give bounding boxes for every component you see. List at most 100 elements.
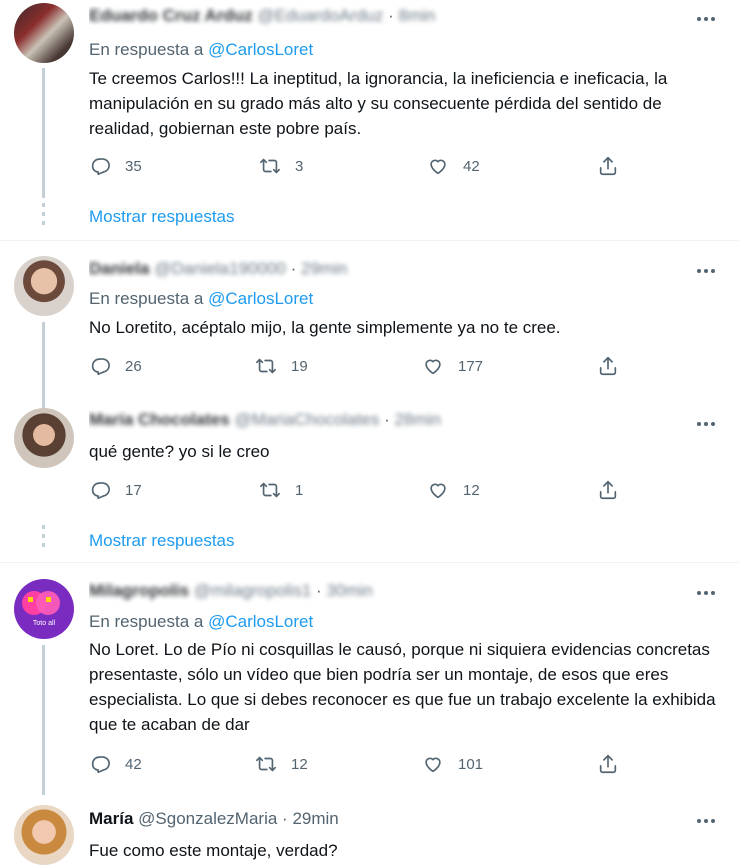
retweet-icon <box>256 756 276 772</box>
retweet-button[interactable]: 12 <box>255 753 308 775</box>
thread-line <box>42 645 45 795</box>
author-name[interactable]: Milagropolis <box>89 581 189 600</box>
show-replies-link[interactable]: Mostrar respuestas <box>89 531 235 551</box>
reply-button[interactable]: 35 <box>89 155 142 177</box>
share-icon <box>599 356 617 376</box>
tweet-text: Fue como este montaje, verdad? <box>89 841 338 860</box>
avatar[interactable] <box>14 408 74 468</box>
tweet-1[interactable]: Eduardo Cruz Arduz @EduardoArduz · 8min … <box>0 0 739 240</box>
reply-icon <box>91 756 110 774</box>
timestamp[interactable]: 8min <box>399 6 436 25</box>
author-name[interactable]: Eduardo Cruz Arduz <box>89 6 253 25</box>
reply-label: En respuesta a <box>89 612 204 631</box>
tweet-actions: 42 12 101 <box>89 753 629 777</box>
avatar[interactable] <box>14 805 74 865</box>
separator: · <box>290 259 297 278</box>
tweet-header: Milagropolis @milagropolis1 · 30min <box>89 581 649 605</box>
reply-to: En respuesta a @CarlosLoret <box>89 612 313 632</box>
retweet-button[interactable]: 3 <box>259 155 303 177</box>
author-handle[interactable]: @EduardoArduz <box>257 6 383 25</box>
tweet-actions: 35 3 42 <box>89 155 629 179</box>
tweet-4[interactable]: Toto all Milagropolis @milagropolis1 · 3… <box>0 575 739 795</box>
like-button[interactable]: 101 <box>422 753 483 775</box>
author-name[interactable]: María Chocolates <box>89 410 230 429</box>
share-icon <box>599 480 617 500</box>
timestamp[interactable]: 30min <box>326 581 372 600</box>
retweet-icon <box>260 482 280 498</box>
share-icon <box>599 156 617 176</box>
reply-mention[interactable]: @CarlosLoret <box>208 289 313 308</box>
timestamp[interactable]: 28min <box>394 410 440 429</box>
more-icon[interactable] <box>697 13 719 25</box>
reply-label: En respuesta a <box>89 289 204 308</box>
tweet-header: Daniela @Daniela190000 · 29min <box>89 259 649 283</box>
more-icon[interactable] <box>697 815 719 827</box>
tweet-header: María @SgonzalezMaria · 29min <box>89 809 649 833</box>
reply-to: En respuesta a @CarlosLoret <box>89 289 313 309</box>
tweet-text: Te creemos Carlos!!! La ineptitud, la ig… <box>89 69 668 138</box>
tweet-text: qué gente? yo si le creo <box>89 442 270 461</box>
author-name[interactable]: María <box>89 809 133 828</box>
reply-mention[interactable]: @CarlosLoret <box>208 40 313 59</box>
retweet-count: 3 <box>295 157 304 175</box>
timestamp[interactable]: 29min <box>301 259 347 278</box>
reply-to: En respuesta a @CarlosLoret <box>89 40 313 60</box>
avatar[interactable] <box>14 3 74 63</box>
reply-icon <box>91 358 110 376</box>
reply-count: 26 <box>125 357 142 375</box>
show-replies-link[interactable]: Mostrar respuestas <box>89 207 235 227</box>
reply-count: 42 <box>125 755 142 773</box>
retweet-count: 19 <box>291 357 308 375</box>
tweet-3[interactable]: María Chocolates @MariaChocolates · 28mi… <box>0 400 739 562</box>
author-handle[interactable]: @MariaChocolates <box>235 410 380 429</box>
like-count: 101 <box>458 755 484 773</box>
like-button[interactable]: 177 <box>422 355 483 377</box>
heart-icon <box>425 359 441 375</box>
tweet-header: María Chocolates @MariaChocolates · 28mi… <box>89 410 649 434</box>
like-count: 42 <box>463 157 480 175</box>
thread-dots <box>42 525 45 551</box>
share-button[interactable] <box>597 155 619 177</box>
author-handle[interactable]: @Daniela190000 <box>154 259 286 278</box>
avatar[interactable] <box>14 256 74 316</box>
thread-dots <box>42 203 45 229</box>
share-button[interactable] <box>597 479 619 501</box>
thread-line <box>42 322 45 408</box>
avatar[interactable]: Toto all <box>14 579 74 639</box>
thread-line <box>42 68 45 198</box>
divider <box>0 562 739 563</box>
author-handle[interactable]: @milagropolis1 <box>194 581 311 600</box>
share-button[interactable] <box>597 355 619 377</box>
more-icon[interactable] <box>697 265 719 277</box>
reply-button[interactable]: 42 <box>89 753 142 775</box>
author-name[interactable]: Daniela <box>89 259 149 278</box>
like-count: 12 <box>463 481 480 499</box>
avatar-caption: Toto all <box>32 620 56 627</box>
reply-mention[interactable]: @CarlosLoret <box>208 612 313 631</box>
separator: · <box>384 410 390 429</box>
retweet-icon <box>256 358 276 374</box>
retweet-button[interactable]: 19 <box>255 355 308 377</box>
reply-count: 17 <box>125 481 142 499</box>
timestamp[interactable]: 29min <box>292 809 338 828</box>
reply-button[interactable]: 26 <box>89 355 142 377</box>
reply-icon <box>91 482 110 500</box>
like-button[interactable]: 42 <box>427 155 480 177</box>
more-icon[interactable] <box>697 418 719 430</box>
reply-icon <box>91 158 110 176</box>
more-icon[interactable] <box>697 587 719 599</box>
retweet-count: 1 <box>295 481 304 499</box>
like-button[interactable]: 12 <box>427 479 480 501</box>
share-icon <box>599 754 617 774</box>
share-button[interactable] <box>597 753 619 775</box>
reply-button[interactable]: 17 <box>89 479 142 501</box>
tweet-5[interactable]: María @SgonzalezMaria · 29min Fue como e… <box>0 800 739 868</box>
divider <box>0 240 739 241</box>
separator: · <box>282 809 288 828</box>
tweet-actions: 26 19 177 <box>89 355 629 379</box>
tweet-header: Eduardo Cruz Arduz @EduardoArduz · 8min <box>89 6 649 30</box>
tweet-2[interactable]: Daniela @Daniela190000 · 29min En respue… <box>0 252 739 408</box>
retweet-icon <box>260 158 280 174</box>
author-handle[interactable]: @SgonzalezMaria <box>138 809 277 828</box>
retweet-button[interactable]: 1 <box>259 479 303 501</box>
